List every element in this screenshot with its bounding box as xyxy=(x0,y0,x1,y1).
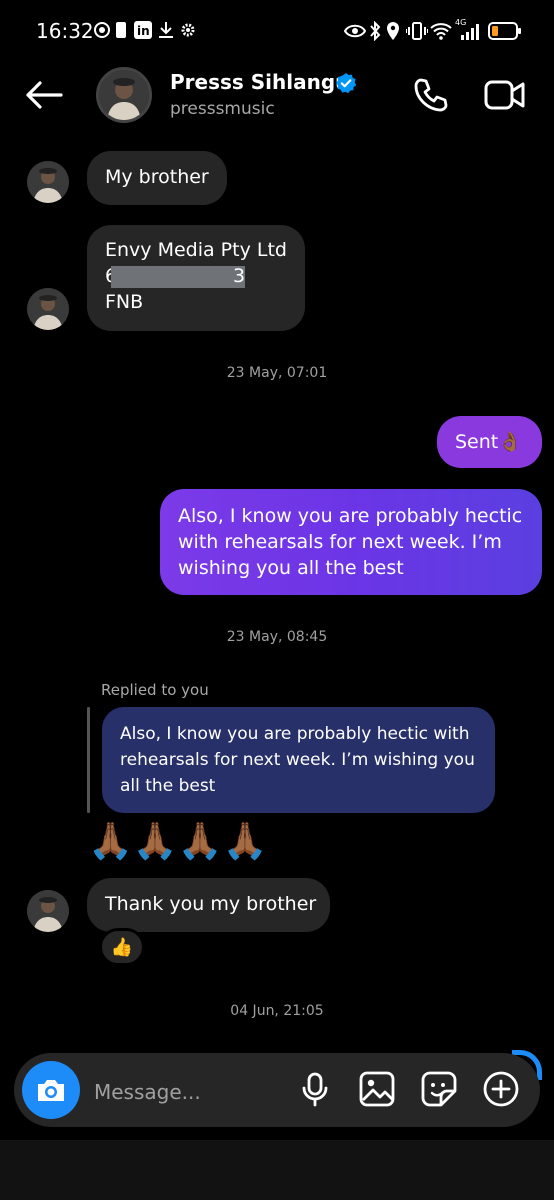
emoji-message[interactable]: 🙏🏾🙏🏾🙏🏾🙏🏾 xyxy=(88,818,267,866)
outgoing-message-bubble[interactable]: Sent👌🏾 xyxy=(437,416,542,468)
contact-username: presssmusic xyxy=(170,99,275,119)
message-text: Sent👌🏾 xyxy=(455,431,522,453)
eye-icon xyxy=(344,20,366,42)
timestamp: 04 Jun, 21:05 xyxy=(230,1003,324,1019)
message-text-line: FNB xyxy=(105,291,144,313)
location-icon xyxy=(386,20,402,42)
message-input[interactable] xyxy=(92,1076,286,1108)
message-text: Also, I know you are probably hectic wit… xyxy=(178,505,523,579)
message-text: My brother xyxy=(105,166,209,188)
voice-call-button[interactable] xyxy=(412,77,448,113)
outgoing-message-bubble[interactable]: Also, I know you are probably hectic wit… xyxy=(160,489,542,595)
reaction-badge[interactable]: 👍 xyxy=(99,928,145,966)
sender-avatar[interactable] xyxy=(27,890,69,932)
message-text-line: Envy Media Pty Ltd xyxy=(105,239,287,261)
incoming-message-bubble[interactable]: Envy Media Pty Ltd 6 3 FNB xyxy=(87,225,305,331)
profile-avatar[interactable] xyxy=(96,67,152,123)
gallery-button[interactable] xyxy=(358,1070,396,1108)
svg-text:in: in xyxy=(137,24,150,38)
contact-name[interactable]: Presss Sihlangu xyxy=(170,70,349,94)
verified-badge-icon xyxy=(335,72,357,94)
replied-label: Replied to you xyxy=(101,681,209,699)
camera-button[interactable] xyxy=(22,1061,80,1119)
sim-icon xyxy=(114,20,128,40)
settings-gear-icon xyxy=(178,20,198,40)
message-text: Thank you my brother xyxy=(105,893,317,915)
notification-icon xyxy=(92,20,112,40)
quoted-reply-bubble[interactable]: Also, I know you are probably hectic wit… xyxy=(102,707,495,813)
sender-avatar[interactable] xyxy=(27,288,69,330)
battery-icon xyxy=(488,20,522,42)
linkedin-icon: in xyxy=(133,20,153,40)
status-time: 16:32 xyxy=(36,19,94,43)
bluetooth-icon xyxy=(369,20,383,42)
incoming-message-bubble[interactable]: My brother xyxy=(87,151,227,205)
camera-icon xyxy=(38,1080,64,1101)
incoming-message-bubble[interactable]: Thank you my brother xyxy=(87,878,330,932)
wifi-icon xyxy=(430,20,452,42)
network-type-label: 4G xyxy=(455,18,467,27)
sticker-button[interactable] xyxy=(420,1070,458,1108)
add-more-button[interactable] xyxy=(482,1070,520,1108)
timestamp: 23 May, 07:01 xyxy=(226,365,328,381)
sender-avatar[interactable] xyxy=(27,161,69,203)
microphone-button[interactable] xyxy=(296,1070,334,1108)
message-text-line: 3 xyxy=(233,265,246,287)
reply-indicator-bar xyxy=(87,707,90,813)
system-nav-bar xyxy=(0,1140,554,1200)
reaction-emoji: 👍 xyxy=(110,936,134,958)
redacted-line: 6 3 xyxy=(105,263,287,289)
redaction-block xyxy=(111,266,245,288)
timestamp: 23 May, 08:45 xyxy=(226,629,328,645)
cell-signal-icon: 4G xyxy=(455,18,483,42)
quoted-text: Also, I know you are probably hectic wit… xyxy=(120,724,475,796)
download-icon xyxy=(156,20,176,40)
back-arrow-icon[interactable] xyxy=(24,80,64,110)
video-call-button[interactable] xyxy=(484,79,526,111)
vibrate-icon xyxy=(406,20,428,42)
